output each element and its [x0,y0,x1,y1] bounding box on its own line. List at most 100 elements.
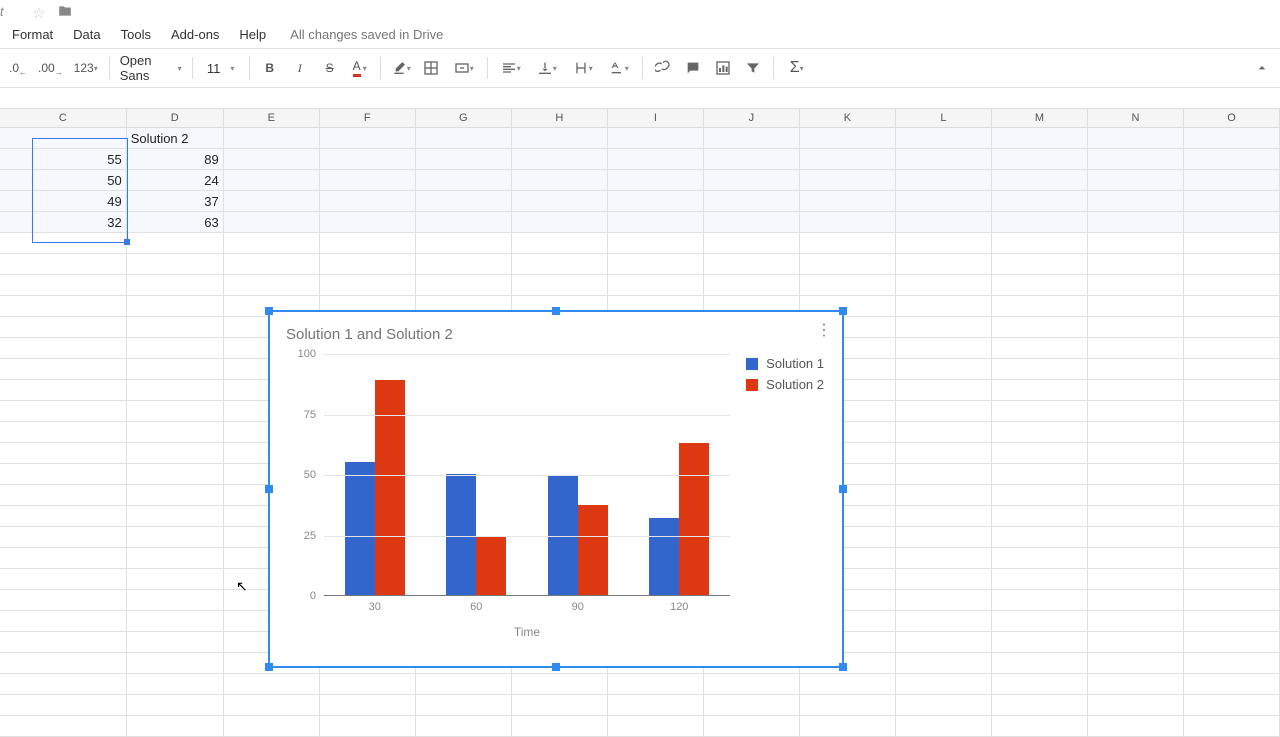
italic-button[interactable]: I [286,54,314,82]
cell[interactable] [1184,275,1280,295]
cell[interactable] [608,716,704,736]
cell[interactable] [224,128,320,148]
cell[interactable] [896,422,992,442]
cell[interactable] [608,149,704,169]
col-header-k[interactable]: K [800,109,896,127]
cell[interactable] [800,254,896,274]
cell[interactable] [224,275,320,295]
cell[interactable] [1088,590,1184,610]
increase-decimal-button[interactable]: .00→ [34,54,67,82]
cell[interactable] [992,611,1088,631]
cell[interactable] [608,674,704,694]
cell[interactable] [992,464,1088,484]
cell[interactable] [224,170,320,190]
cell[interactable] [416,191,512,211]
cell[interactable] [1088,485,1184,505]
cell[interactable] [0,401,127,421]
cell[interactable] [0,338,127,358]
col-header-n[interactable]: N [1088,109,1184,127]
cell[interactable] [127,485,224,505]
cell[interactable] [704,212,800,232]
star-icon[interactable]: ☆ [32,4,45,22]
cell[interactable]: 63 [127,212,224,232]
cell[interactable] [127,380,224,400]
cell[interactable] [896,569,992,589]
cell[interactable] [992,212,1088,232]
cell[interactable] [127,359,224,379]
cell[interactable] [1184,401,1280,421]
cell[interactable] [1184,296,1280,316]
cell[interactable] [896,548,992,568]
cell[interactable] [0,422,127,442]
cell[interactable] [800,170,896,190]
cell[interactable] [608,191,704,211]
cell[interactable] [0,485,127,505]
cell[interactable] [1184,590,1280,610]
cell[interactable] [127,527,224,547]
cell[interactable] [608,695,704,715]
menu-data[interactable]: Data [63,23,110,46]
folder-icon[interactable] [58,4,72,21]
col-header-c[interactable]: C [0,109,127,127]
strikethrough-button[interactable]: S [316,54,344,82]
cell[interactable] [704,128,800,148]
cell[interactable] [1184,548,1280,568]
cell[interactable] [800,233,896,253]
cell[interactable]: Solution 2 [127,128,224,148]
text-wrap-button[interactable]: ▾ [566,54,600,82]
cell[interactable] [416,170,512,190]
cell[interactable] [992,338,1088,358]
cell[interactable] [224,212,320,232]
cell[interactable] [992,695,1088,715]
cell[interactable] [127,254,224,274]
cell[interactable] [416,716,512,736]
cell[interactable] [127,275,224,295]
cell[interactable] [800,128,896,148]
cell[interactable] [896,338,992,358]
cell[interactable] [0,443,127,463]
cell[interactable] [992,380,1088,400]
cell[interactable] [0,590,127,610]
cell[interactable] [1184,149,1280,169]
resize-handle[interactable] [552,663,560,671]
cell[interactable] [896,674,992,694]
cell[interactable] [896,611,992,631]
cell[interactable] [127,317,224,337]
cell[interactable] [992,443,1088,463]
cell[interactable] [1088,527,1184,547]
cell[interactable] [1184,254,1280,274]
cell[interactable] [992,506,1088,526]
horizontal-align-button[interactable]: ▾ [494,54,528,82]
cell[interactable] [512,254,608,274]
cell[interactable] [512,695,608,715]
cell[interactable] [512,275,608,295]
cell[interactable]: 49 [0,191,127,211]
cell[interactable] [992,632,1088,652]
cell[interactable] [1088,695,1184,715]
cell[interactable] [1088,212,1184,232]
cell[interactable] [320,716,416,736]
cell[interactable] [416,233,512,253]
cell[interactable] [896,191,992,211]
cell[interactable] [896,716,992,736]
cell[interactable] [1088,275,1184,295]
cell[interactable] [1088,506,1184,526]
cell[interactable] [416,254,512,274]
cell[interactable] [896,296,992,316]
cell[interactable] [896,527,992,547]
cell[interactable] [704,149,800,169]
font-select[interactable]: Open Sans▾ [116,53,186,83]
cell[interactable] [127,548,224,568]
cell[interactable] [1088,149,1184,169]
cell[interactable] [224,233,320,253]
cell[interactable]: 24 [127,170,224,190]
cell[interactable] [896,380,992,400]
cell[interactable] [416,674,512,694]
cell[interactable] [512,191,608,211]
cell[interactable] [127,233,224,253]
cell[interactable] [224,716,320,736]
spreadsheet-grid[interactable]: C D E F G H I J K L M N O Solution 25589… [0,108,1280,737]
cell[interactable] [320,254,416,274]
cell[interactable] [704,695,800,715]
cell[interactable] [1184,716,1280,736]
